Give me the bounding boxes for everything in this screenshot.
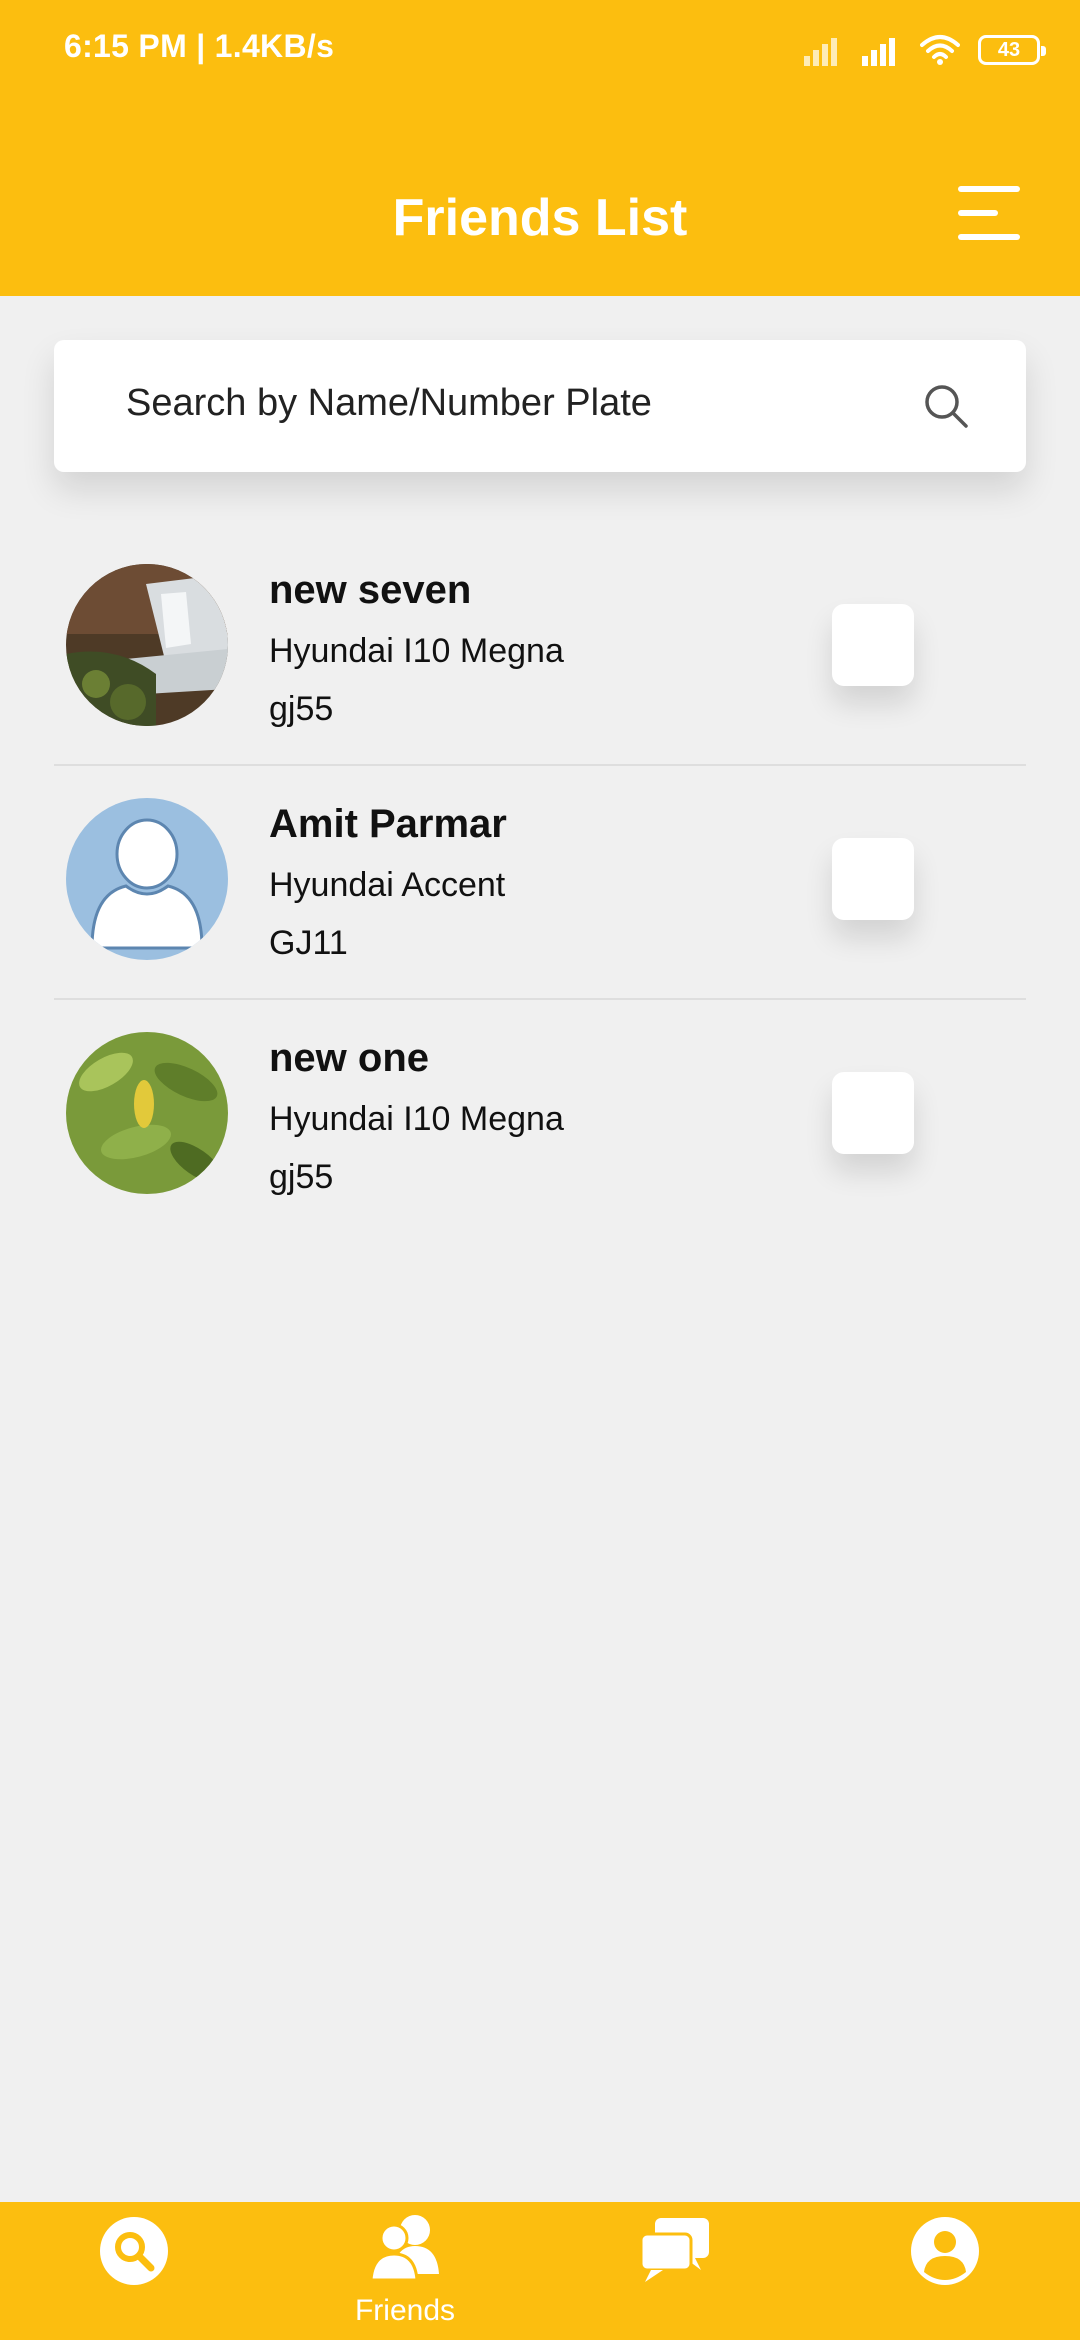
- list-item[interactable]: Amit Parmar Hyundai Accent GJ11: [54, 766, 1026, 1000]
- select-checkbox[interactable]: [832, 838, 914, 920]
- app-header: 6:15 PM | 1.4KB/s 43 Friends List: [0, 0, 1080, 296]
- nav-friends[interactable]: Friends: [315, 2202, 495, 2340]
- leaf-photo: [66, 1032, 228, 1194]
- list-item[interactable]: new one Hyundai I10 Megna gj55: [54, 1000, 1026, 1232]
- avatar: [66, 564, 228, 726]
- profile-icon: [911, 2217, 979, 2285]
- nav-chat[interactable]: [585, 2202, 765, 2340]
- friend-car: Hyundai I10 Megna: [269, 632, 564, 670]
- hamburger-menu-icon[interactable]: [958, 186, 1020, 240]
- bottom-nav: Friends: [0, 2202, 1080, 2340]
- friends-list-screen: 6:15 PM | 1.4KB/s 43 Friends List Search…: [0, 0, 1080, 2340]
- friend-name: new one: [269, 1036, 430, 1080]
- friends-list: new seven Hyundai I10 Megna gj55 Amit Pa…: [54, 532, 1026, 1232]
- select-checkbox[interactable]: [832, 1072, 914, 1154]
- nav-profile[interactable]: [855, 2202, 1035, 2340]
- friend-plate: GJ11: [269, 924, 348, 962]
- chat-icon: [639, 2218, 709, 2282]
- search-input[interactable]: Search by Name/Number Plate: [126, 382, 652, 425]
- status-icons: 43: [804, 30, 1046, 70]
- friend-car: Hyundai I10 Megna: [269, 1100, 564, 1138]
- friends-icon: [369, 2215, 439, 2282]
- battery-icon: 43: [978, 35, 1046, 65]
- battery-level: 43: [997, 38, 1021, 61]
- friend-name: Amit Parmar: [269, 802, 507, 846]
- select-checkbox[interactable]: [832, 604, 914, 686]
- wifi-icon: [920, 35, 960, 65]
- list-item[interactable]: new seven Hyundai I10 Megna gj55: [54, 532, 1026, 766]
- friend-plate: gj55: [269, 690, 334, 728]
- nav-friends-label: Friends: [354, 2294, 456, 2327]
- search-icon[interactable]: [922, 382, 970, 430]
- avatar: [66, 1032, 228, 1194]
- search-icon: [100, 2217, 168, 2285]
- status-time: 6:15 PM | 1.4KB/s: [64, 28, 335, 64]
- friend-name: new seven: [269, 568, 472, 612]
- friend-plate: gj55: [269, 1158, 334, 1196]
- landscape-photo: [66, 564, 228, 726]
- nav-search[interactable]: [44, 2202, 224, 2340]
- page-title: Friends List: [392, 189, 688, 247]
- signal-icon: [804, 38, 837, 66]
- search-bar[interactable]: Search by Name/Number Plate: [54, 340, 1026, 472]
- friend-car: Hyundai Accent: [269, 866, 506, 904]
- default-user-icon: [66, 798, 228, 960]
- signal-icon: [862, 38, 895, 66]
- avatar: [66, 798, 228, 960]
